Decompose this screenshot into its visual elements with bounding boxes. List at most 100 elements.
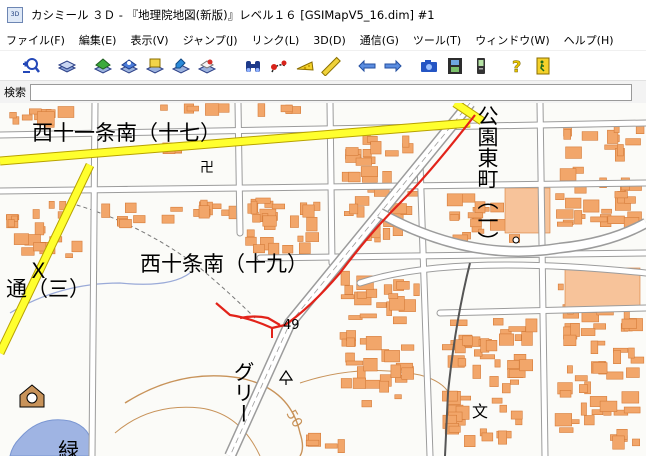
binoculars-icon[interactable] xyxy=(242,55,264,77)
building xyxy=(383,284,393,295)
building xyxy=(161,214,175,224)
place-name-dori: 通（三） xyxy=(6,277,90,301)
layer-red-icon[interactable] xyxy=(196,55,218,77)
building xyxy=(621,391,640,404)
contour-line xyxy=(124,375,304,456)
building xyxy=(400,344,415,351)
building xyxy=(245,236,257,246)
layer-yellow-icon[interactable] xyxy=(144,55,166,77)
building xyxy=(198,205,210,219)
building xyxy=(379,380,390,393)
ruler-icon[interactable] xyxy=(320,55,342,77)
building xyxy=(7,219,15,228)
building xyxy=(489,376,499,387)
building xyxy=(581,312,600,323)
building xyxy=(271,203,286,210)
building xyxy=(481,432,494,442)
building xyxy=(508,326,526,332)
menu-link[interactable]: リンク(L) xyxy=(245,32,307,48)
building xyxy=(628,347,635,359)
menu-jump[interactable]: ジャンプ(J) xyxy=(176,32,245,48)
menu-view[interactable]: 表示(V) xyxy=(123,32,175,48)
exit-icon[interactable] xyxy=(532,55,554,77)
building xyxy=(170,206,183,212)
menu-comm[interactable]: 通信(G) xyxy=(353,32,406,48)
building xyxy=(563,128,571,140)
cheese-icon[interactable] xyxy=(294,55,316,77)
building xyxy=(390,364,401,378)
building xyxy=(57,106,75,118)
menu-help[interactable]: ヘルプ(H) xyxy=(557,32,621,48)
place-name-green: グリー xyxy=(231,361,255,424)
building xyxy=(370,141,382,155)
building xyxy=(507,360,520,370)
menu-edit[interactable]: 編集(E) xyxy=(72,32,124,48)
building xyxy=(442,390,458,402)
building xyxy=(521,331,533,346)
building xyxy=(557,283,564,291)
building xyxy=(340,378,352,389)
building xyxy=(554,413,572,427)
building xyxy=(352,377,367,389)
help-icon[interactable]: ? xyxy=(506,55,528,77)
building xyxy=(384,350,400,363)
building xyxy=(559,389,572,398)
arrow-right-icon[interactable] xyxy=(382,55,404,77)
building xyxy=(396,281,410,290)
layer-green-icon[interactable] xyxy=(92,55,114,77)
building xyxy=(509,379,519,385)
building xyxy=(580,328,596,336)
building xyxy=(574,375,588,382)
building xyxy=(360,166,379,177)
building xyxy=(559,168,577,181)
building xyxy=(590,216,608,223)
search-label: 検索 xyxy=(4,86,26,99)
arrow-left-icon[interactable] xyxy=(356,55,378,77)
building xyxy=(252,214,261,223)
building xyxy=(556,209,574,219)
building xyxy=(348,171,361,183)
route-marker-icon[interactable] xyxy=(268,55,290,77)
building xyxy=(498,430,507,445)
building xyxy=(625,138,641,146)
search-input[interactable] xyxy=(30,83,632,101)
building xyxy=(262,215,277,227)
layer-edit-icon[interactable] xyxy=(170,55,192,77)
building xyxy=(200,199,208,207)
toolbar: ? xyxy=(0,50,646,81)
map-view[interactable]: 卍 文 西十一条南（十七） 西十条南（十九） 公園東町（一） Ｘ 通（三） グリ… xyxy=(0,103,646,456)
building xyxy=(48,201,55,209)
building xyxy=(581,131,599,141)
menu-3d[interactable]: 3D(D) xyxy=(306,34,353,47)
building xyxy=(580,402,587,416)
building xyxy=(125,202,137,213)
building xyxy=(385,150,399,157)
camera-icon[interactable] xyxy=(418,55,440,77)
post-office-icon xyxy=(19,384,45,408)
building xyxy=(494,359,501,368)
building xyxy=(340,270,350,286)
map-canvas[interactable]: 卍 文 xyxy=(0,103,646,456)
menu-file[interactable]: ファイル(F) xyxy=(0,32,72,48)
film-icon[interactable] xyxy=(444,55,466,77)
building xyxy=(501,383,511,394)
building xyxy=(472,364,481,379)
layers-icon[interactable] xyxy=(56,55,78,77)
building xyxy=(65,253,73,258)
layer-blue-icon[interactable] xyxy=(118,55,140,77)
building xyxy=(621,318,637,329)
building xyxy=(565,146,582,159)
zoom-search-icon[interactable] xyxy=(20,55,42,77)
building xyxy=(306,217,318,232)
building xyxy=(579,384,588,393)
building xyxy=(32,209,40,219)
svg-text:卍: 卍 xyxy=(200,160,214,176)
building xyxy=(499,404,507,413)
menu-window[interactable]: ウィンドウ(W) xyxy=(468,32,556,48)
place-name-nishi10: 西十条南（十九） xyxy=(140,252,308,276)
gps-icon[interactable] xyxy=(470,55,492,77)
menu-tools[interactable]: ツール(T) xyxy=(406,32,468,48)
building xyxy=(186,105,199,112)
building xyxy=(462,335,473,346)
building xyxy=(485,340,498,352)
